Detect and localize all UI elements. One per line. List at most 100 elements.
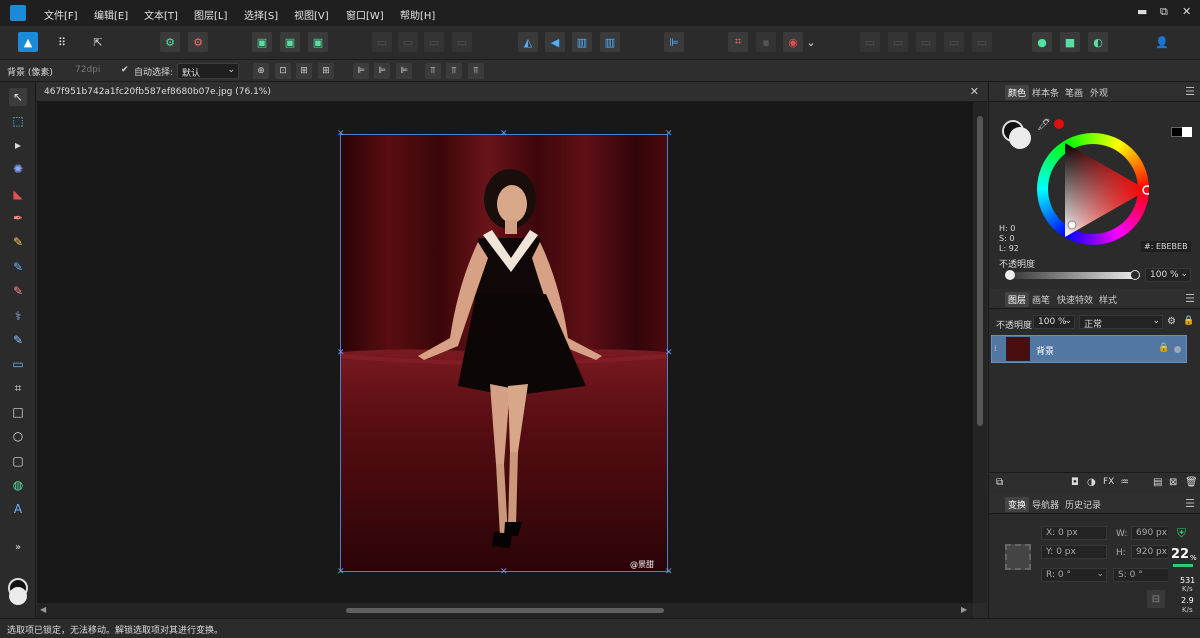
- boolean-xor-icon[interactable]: ▭: [944, 32, 964, 52]
- grid-transform-icon[interactable]: ⊞: [318, 63, 334, 79]
- layer-visibility-icon[interactable]: [1174, 346, 1181, 353]
- primary-color-swatch[interactable]: [9, 587, 27, 605]
- transform-mode-icon[interactable]: ⊞: [296, 63, 312, 79]
- crop-tool-icon[interactable]: ⌗: [9, 379, 27, 397]
- handle-top-left[interactable]: ✕: [337, 130, 345, 139]
- align-top-icon[interactable]: ⫪: [425, 63, 441, 79]
- opacity-slider-thumb[interactable]: [1130, 270, 1140, 280]
- fx-icon[interactable]: FX: [1103, 477, 1114, 487]
- rotation-field[interactable]: R: 0 ° ⌄: [1041, 568, 1107, 582]
- close-document-icon[interactable]: ✕: [970, 85, 979, 98]
- export-persona-icon[interactable]: ⇱: [88, 32, 108, 52]
- assistant-icon[interactable]: ◐: [1088, 32, 1108, 52]
- horizontal-scrollbar[interactable]: ◀ ▶: [37, 603, 973, 618]
- layer-lock-icon[interactable]: 🔒: [1158, 343, 1169, 353]
- layers-options-icon[interactable]: ⧉: [996, 477, 1003, 488]
- delete-layer-icon[interactable]: 🗑: [1185, 477, 1198, 488]
- minimize-button[interactable]: ▬: [1137, 5, 1147, 18]
- flip-vertical-icon[interactable]: ◀: [545, 32, 565, 52]
- artboard-tool-icon[interactable]: ⬚: [9, 112, 27, 130]
- menu-layer[interactable]: 图层[L]: [194, 7, 227, 22]
- vertical-scrollbar[interactable]: [973, 102, 987, 603]
- add-pixel-layer-icon[interactable]: ▤: [1153, 477, 1162, 488]
- menu-help[interactable]: 帮助[H]: [400, 7, 435, 22]
- hex-field[interactable]: #: EBEBEB: [1141, 241, 1191, 252]
- menu-text[interactable]: 文本[T]: [144, 7, 178, 22]
- handle-top-right[interactable]: ✕: [665, 130, 673, 139]
- liquify-persona-icon[interactable]: ⠿: [52, 32, 72, 52]
- flip-horizontal-icon[interactable]: ◭: [518, 32, 538, 52]
- live-filter-icon[interactable]: ♒: [1120, 477, 1129, 488]
- arrange-front-icon[interactable]: ▭: [452, 32, 472, 52]
- document-tab[interactable]: 467f951b742a1fc20fb587ef8680b07e.jpg (76…: [37, 82, 987, 102]
- handle-right[interactable]: ✕: [665, 349, 673, 358]
- add-group-icon[interactable]: ⊠: [1169, 477, 1177, 488]
- flood-select-icon[interactable]: ◣: [9, 185, 27, 203]
- arrange-back-icon[interactable]: ▭: [372, 32, 392, 52]
- rotate-left-icon[interactable]: ▥: [572, 32, 592, 52]
- tab-appearance[interactable]: 外观: [1090, 86, 1108, 99]
- user-account-icon[interactable]: 👤: [1152, 32, 1172, 52]
- restore-button[interactable]: ⧉: [1160, 5, 1168, 19]
- horizontal-scroll-thumb[interactable]: [346, 608, 664, 613]
- tone-map-icon[interactable]: ⚙: [188, 32, 208, 52]
- align-center-icon[interactable]: ⊫: [374, 63, 390, 79]
- add-mask-icon[interactable]: ◘: [1071, 477, 1079, 488]
- lock-icon[interactable]: 🔒: [1183, 316, 1194, 326]
- color-triangle[interactable]: [1037, 133, 1149, 245]
- rotate-right-icon[interactable]: ▥: [600, 32, 620, 52]
- opacity-field[interactable]: 100 % ⌄: [1145, 268, 1191, 282]
- fill-color-well[interactable]: [1009, 127, 1031, 149]
- align-left-icon[interactable]: ⊫: [353, 63, 369, 79]
- clone-brush-icon[interactable]: ✎: [9, 282, 27, 300]
- checkbox-icon[interactable]: ✔: [121, 65, 129, 75]
- dodge-brush-icon[interactable]: ✎: [9, 258, 27, 276]
- snapping-dropdown-icon[interactable]: ⌄: [805, 32, 817, 52]
- opacity-slider[interactable]: [1007, 272, 1135, 279]
- paint-brush-icon[interactable]: ✎: [9, 233, 27, 251]
- color-panel-menu-icon[interactable]: ☰: [1185, 85, 1195, 98]
- auto-select-dropdown[interactable]: 默认 ⌄: [177, 63, 239, 79]
- transform-panel-menu-icon[interactable]: ☰: [1185, 497, 1195, 510]
- develop-settings-icon[interactable]: ⚙: [160, 32, 180, 52]
- more-tools-icon[interactable]: »: [9, 538, 27, 556]
- layer-opacity-field[interactable]: 100 % ⌄: [1033, 315, 1075, 329]
- lock-aspect-icon[interactable]: ⊟: [1147, 590, 1165, 608]
- vertical-scroll-thumb[interactable]: [977, 116, 983, 426]
- menu-file[interactable]: 文件[F]: [44, 7, 78, 22]
- anchor-selector-icon[interactable]: [1005, 544, 1031, 570]
- menu-select[interactable]: 选择[S]: [244, 7, 278, 22]
- tab-styles[interactable]: 样式: [1099, 293, 1117, 306]
- y-field[interactable]: Y: 0 px: [1041, 545, 1107, 559]
- tab-navigator[interactable]: 导航器: [1032, 498, 1059, 511]
- pen-tool-icon[interactable]: ✒: [9, 209, 27, 227]
- snapping-magnet-icon[interactable]: ◉: [783, 32, 803, 52]
- align-bottom-icon[interactable]: ⫪: [468, 63, 484, 79]
- scroll-right-icon[interactable]: ▶: [961, 605, 967, 614]
- adjustment-icon[interactable]: ◑: [1087, 477, 1096, 488]
- menu-view[interactable]: 视图[V]: [294, 7, 329, 22]
- selection-brush-icon[interactable]: ✺: [9, 160, 27, 178]
- gradient-tool-icon[interactable]: ▭: [9, 355, 27, 373]
- boolean-subtract-icon[interactable]: ▭: [888, 32, 908, 52]
- tab-swatches[interactable]: 样本条: [1032, 86, 1059, 99]
- tab-brushes[interactable]: 画笔: [1032, 293, 1050, 306]
- tab-quick-fx[interactable]: 快速特效: [1057, 293, 1093, 306]
- handle-left[interactable]: ✕: [337, 349, 345, 358]
- align-icon[interactable]: ⊫: [664, 32, 684, 52]
- handle-bottom[interactable]: ✕: [500, 568, 508, 577]
- align-middle-icon[interactable]: ⫪: [446, 63, 462, 79]
- ellipse-tool-icon[interactable]: ○: [9, 427, 27, 445]
- handle-top[interactable]: ✕: [500, 130, 508, 139]
- handle-bottom-left[interactable]: ✕: [337, 568, 345, 577]
- close-window-button[interactable]: ✕: [1182, 5, 1191, 18]
- force-pixel-icon[interactable]: ▪: [756, 32, 776, 52]
- show-bbox-icon[interactable]: ⊡: [275, 63, 291, 79]
- photo-persona-icon[interactable]: ▲: [18, 32, 38, 52]
- refine-selection-icon[interactable]: ■: [1060, 32, 1080, 52]
- boolean-add-icon[interactable]: ▭: [860, 32, 880, 52]
- tab-color[interactable]: 颜色: [1005, 85, 1030, 100]
- deselect-icon[interactable]: ▣: [280, 32, 300, 52]
- move-tool-icon[interactable]: ↖: [9, 88, 27, 106]
- boolean-divide-icon[interactable]: ▭: [972, 32, 992, 52]
